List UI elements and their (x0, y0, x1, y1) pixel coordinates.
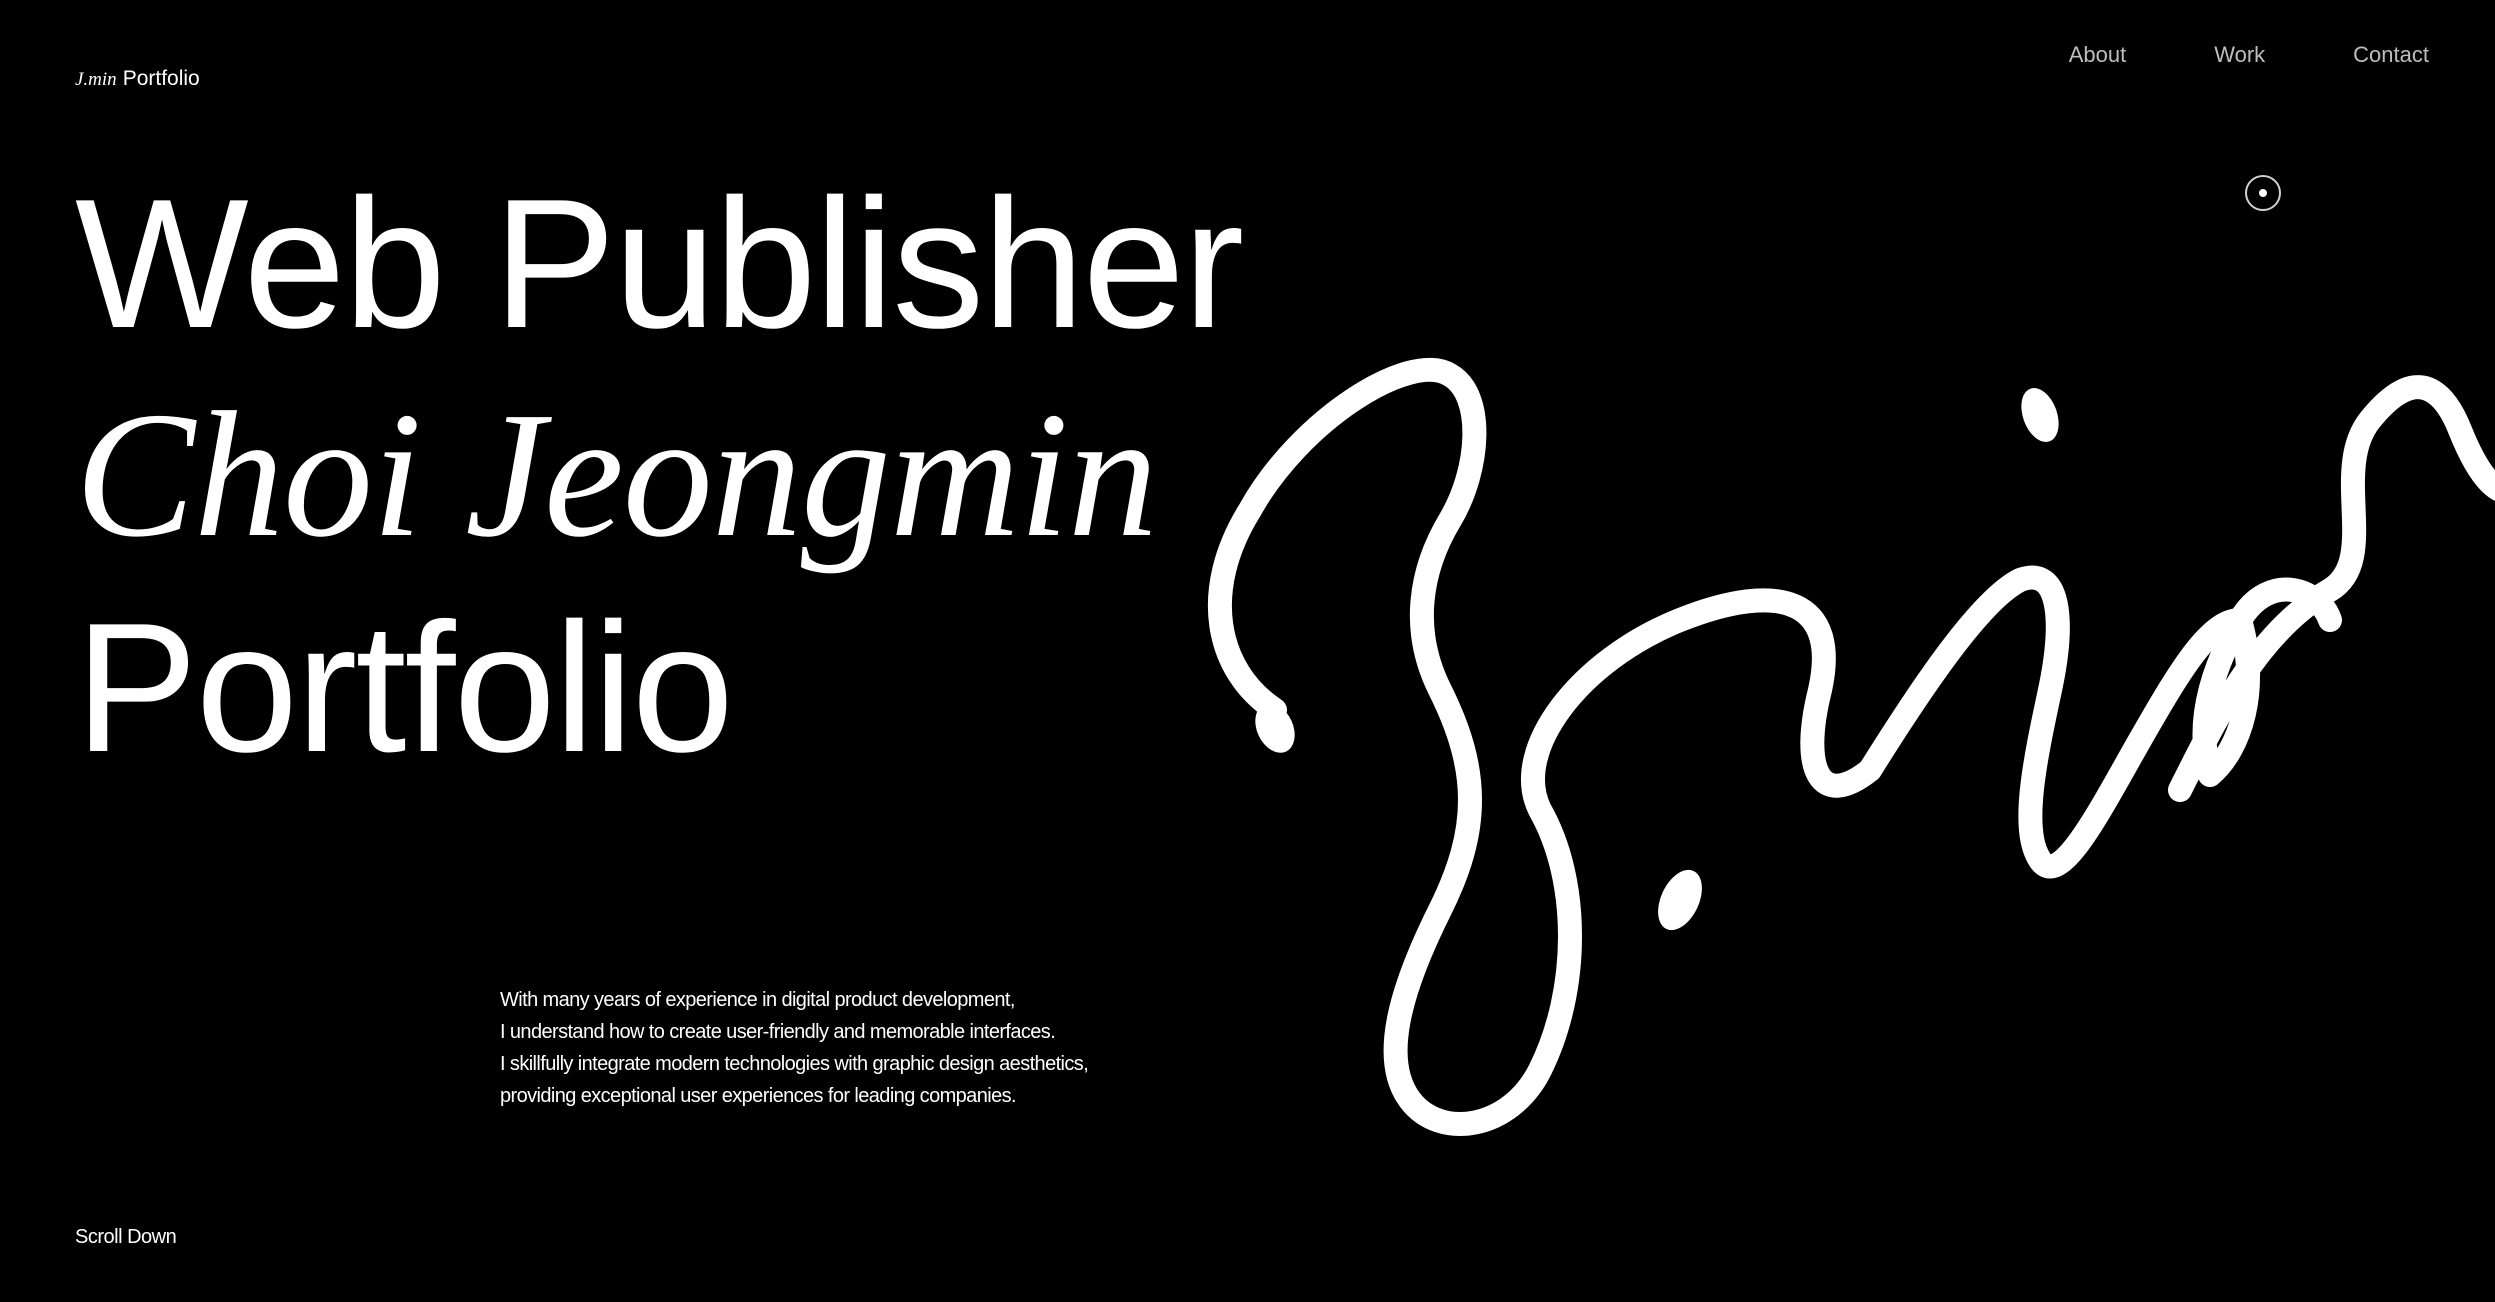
nav-contact-link[interactable]: Contact (2353, 40, 2429, 70)
signature-j-hook (1208, 358, 1882, 1136)
signature-m (1858, 565, 2252, 879)
nav-work-link[interactable]: Work (2214, 40, 2265, 70)
cursor-indicator-icon (2245, 175, 2281, 211)
intro-line-4: providing exceptional user experiences f… (500, 1085, 1017, 1107)
logo-text: Portfolio (122, 67, 200, 90)
main-nav: About Work Contact (2069, 40, 2429, 70)
scroll-down-label[interactable]: Scroll Down (75, 1222, 177, 1252)
hero-title-portfolio: Portfolio (75, 584, 734, 790)
intro-line-2: I understand how to create user-friendly… (500, 1021, 1056, 1043)
signature-n (2168, 375, 2495, 802)
signature-dot-2 (1658, 869, 1702, 931)
intro-description: With many years of experience in digital… (500, 984, 1089, 1112)
site-logo[interactable]: J.min Portfolio (75, 64, 200, 95)
signature-logo-graphic (1208, 358, 2495, 1136)
intro-line-1: With many years of experience in digital… (500, 989, 1015, 1011)
hero-title-role: Web Publisher (75, 160, 1244, 366)
hero-title-name: Choi Jeongmin (75, 375, 1158, 574)
nav-about-link[interactable]: About (2069, 40, 2127, 70)
signature-dot-3 (2021, 388, 2059, 442)
logo-mark: J.min (75, 69, 117, 90)
intro-line-3: I skillfully integrate modern technologi… (500, 1053, 1089, 1075)
